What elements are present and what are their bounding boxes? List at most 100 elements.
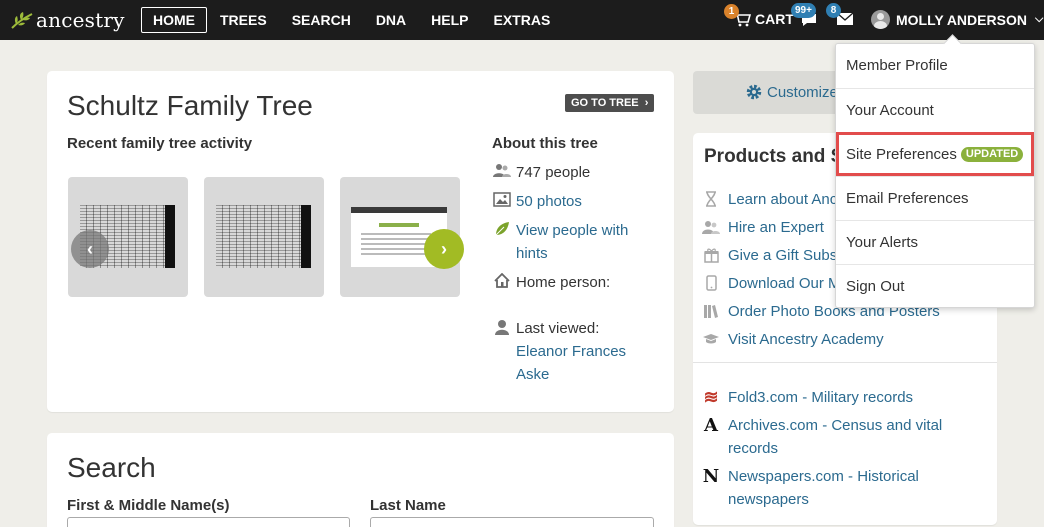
activity-thumbnail[interactable]	[204, 177, 324, 297]
newspapers-logo-icon: N	[702, 466, 720, 487]
photos-row: 50 photos	[492, 190, 662, 213]
census-record-image	[216, 205, 311, 268]
first-middle-name-label: First & Middle Name(s)	[67, 497, 230, 514]
gift-icon	[702, 246, 720, 264]
last-viewed-name-line1: Eleanor Frances	[516, 343, 627, 360]
photo-icon	[492, 190, 512, 210]
person-icon	[492, 317, 512, 337]
partner-label: Newspapers.com - Historical	[728, 468, 919, 485]
go-to-tree-button[interactable]: GO TO TREE ›	[565, 94, 655, 112]
partner-label-line2: records	[728, 440, 779, 457]
partner-label: Fold3.com - Military records	[728, 389, 914, 406]
carousel-next-button[interactable]: ›	[424, 229, 464, 269]
products-divider	[693, 362, 997, 363]
about-tree-section: About this tree 747 people 50 photos Vie…	[492, 135, 662, 392]
nav-dna[interactable]: DNA	[364, 7, 418, 33]
customize-button[interactable]: Customize	[693, 71, 853, 114]
cart-label: CART	[755, 11, 794, 27]
menu-item-member-profile[interactable]: Member Profile	[836, 44, 1034, 88]
about-tree-heading: About this tree	[492, 135, 598, 152]
first-middle-name-input[interactable]	[67, 517, 350, 527]
menu-item-label: Site Preferences	[846, 146, 957, 163]
people-count-row: 747 people	[492, 161, 662, 184]
main-nav: HOME TREES SEARCH DNA HELP EXTRAS	[141, 7, 562, 33]
partner-newspapers-link[interactable]: N Newspapers.com - Historical newspapers	[702, 465, 972, 511]
phone-icon	[702, 274, 720, 292]
menu-item-label: Your Account	[846, 102, 934, 119]
partner-label: Archives.com - Census and vital	[728, 417, 943, 434]
partner-sites-list: ≋ Fold3.com - Military records A Archive…	[702, 386, 972, 516]
user-name: MOLLY ANDERSON	[896, 11, 1027, 28]
gear-icon	[746, 84, 762, 100]
user-menu-button[interactable]: MOLLY ANDERSON ⌵	[871, 10, 1043, 29]
user-dropdown-menu: Member Profile Your Account Site Prefere…	[835, 43, 1035, 308]
menu-item-sign-out[interactable]: Sign Out	[836, 264, 1034, 308]
recent-activity-heading: Recent family tree activity	[67, 135, 253, 152]
hourglass-icon	[702, 190, 720, 208]
menu-item-email-preferences[interactable]: Email Preferences	[836, 176, 1034, 220]
go-to-tree-label: GO TO TREE	[571, 97, 639, 109]
last-viewed-label: Last viewed:	[516, 320, 600, 337]
hints-link-line2: hints	[516, 245, 548, 262]
books-icon	[702, 302, 720, 320]
product-label: Download Our M	[728, 274, 841, 292]
product-label: Visit Ancestry Academy	[728, 330, 884, 348]
search-title: Search	[67, 452, 156, 483]
menu-item-your-account[interactable]: Your Account	[836, 88, 1034, 132]
last-viewed-person-link[interactable]: Eleanor Frances Aske	[516, 343, 626, 383]
cart-count-badge: 1	[724, 4, 739, 19]
products-title: Products and Se	[704, 146, 854, 167]
menu-item-label: Email Preferences	[846, 190, 969, 207]
leaf-icon	[11, 12, 33, 29]
home-icon	[492, 271, 512, 291]
chevron-right-icon: ›	[441, 239, 447, 259]
chevron-down-icon: ⌵	[1034, 13, 1044, 25]
product-label: Hire an Expert	[728, 218, 824, 236]
messages-count-badge: 99+	[791, 3, 816, 18]
cart-button[interactable]: CART	[733, 11, 794, 27]
logo-text: ancestry	[36, 8, 125, 32]
people-icon	[492, 161, 512, 181]
last-name-label: Last Name	[370, 497, 446, 514]
mail-count-badge: 8	[826, 3, 841, 18]
partner-fold3-link[interactable]: ≋ Fold3.com - Military records	[702, 386, 972, 409]
chevron-left-icon: ‹	[87, 239, 93, 259]
people-icon	[702, 218, 720, 236]
product-label: Give a Gift Subsc	[728, 246, 845, 264]
carousel-prev-button[interactable]: ‹	[71, 230, 109, 268]
avatar	[871, 10, 890, 29]
customize-label: Customize	[767, 84, 838, 101]
ancestry-logo[interactable]: ancestry	[10, 8, 125, 32]
graduation-cap-icon	[702, 330, 720, 348]
fold3-logo-icon: ≋	[703, 387, 719, 408]
view-hints-link[interactable]: View people with hints	[516, 219, 628, 265]
menu-item-site-preferences[interactable]: Site Preferences UPDATED	[836, 132, 1034, 176]
hints-link-line1: View people with	[516, 222, 629, 239]
nav-help[interactable]: HELP	[419, 7, 480, 33]
top-navigation-bar: ancestry HOME TREES SEARCH DNA HELP EXTR…	[0, 0, 1044, 40]
last-viewed-name-line2: Aske	[516, 366, 550, 383]
last-name-input[interactable]	[370, 517, 654, 527]
home-person-row: Home person:	[492, 271, 662, 294]
nav-trees[interactable]: TREES	[208, 7, 279, 33]
photos-link[interactable]: 50 photos	[516, 190, 582, 213]
hint-leaf-icon	[492, 219, 512, 239]
chevron-right-icon: ›	[641, 97, 649, 109]
partner-archives-link[interactable]: A Archives.com - Census and vital records	[702, 414, 972, 460]
updated-badge: UPDATED	[960, 147, 1024, 162]
last-viewed-row: Last viewed: Eleanor Frances Aske	[492, 317, 662, 386]
menu-item-your-alerts[interactable]: Your Alerts	[836, 220, 1034, 264]
archives-logo-icon: A	[704, 415, 718, 436]
family-tree-card: Schultz Family Tree GO TO TREE › Recent …	[47, 71, 674, 412]
tree-title: Schultz Family Tree	[67, 90, 313, 121]
nav-home[interactable]: HOME	[141, 7, 207, 33]
search-card: Search First & Middle Name(s) Last Name	[47, 433, 674, 527]
menu-item-label: Your Alerts	[846, 234, 918, 251]
nav-search[interactable]: SEARCH	[280, 7, 363, 33]
menu-item-label: Member Profile	[846, 57, 948, 74]
menu-item-label: Sign Out	[846, 278, 905, 295]
nav-extras[interactable]: EXTRAS	[482, 7, 563, 33]
partner-label-line2: newspapers	[728, 491, 809, 508]
home-person-label: Home person:	[516, 274, 611, 291]
product-academy-link[interactable]: Visit Ancestry Academy	[702, 325, 940, 353]
